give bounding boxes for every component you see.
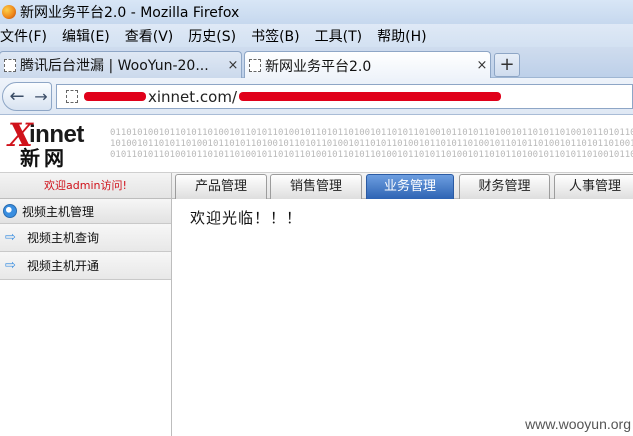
- close-tab-icon[interactable]: ×: [225, 58, 241, 73]
- browser-tab-wooyun[interactable]: 腾讯后台泄漏 | WooYun-20... ×: [0, 51, 242, 78]
- forward-arrow-icon[interactable]: →: [30, 84, 52, 110]
- main-nav: 欢迎admin访问! 产品管理 销售管理 业务管理 财务管理 人事管理: [0, 172, 633, 199]
- redaction-mark: [84, 92, 146, 101]
- firefox-logo-icon: [2, 5, 16, 19]
- menu-help[interactable]: 帮助(H): [375, 26, 428, 46]
- left-menu-header[interactable]: 视频主机管理: [0, 199, 171, 224]
- window-title: 新网业务平台2.0 - Mozilla Firefox: [20, 5, 240, 21]
- close-tab-icon[interactable]: ×: [474, 58, 490, 73]
- left-menu-item-query[interactable]: ⇨ 视频主机查询: [0, 224, 171, 252]
- arrow-right-icon: ⇨: [5, 258, 16, 273]
- window-titlebar: 新网业务平台2.0 - Mozilla Firefox: [0, 0, 633, 24]
- navigation-bar: ← → xinnet.com/: [0, 78, 633, 115]
- binary-line: 0110101001011010110100101101011010010110…: [110, 128, 633, 138]
- back-arrow-icon[interactable]: ←: [4, 84, 30, 110]
- binary-line: 1010010110101101001011010110100101101011…: [110, 139, 633, 149]
- address-bar[interactable]: xinnet.com/: [56, 84, 633, 109]
- info-circle-icon: [3, 204, 17, 218]
- welcome-text: 欢迎admin访问!: [0, 173, 172, 199]
- redaction-mark: [239, 92, 502, 101]
- watermark: www.wooyun.org: [525, 416, 631, 432]
- tab-strip: 腾讯后台泄漏 | WooYun-20... × 新网业务平台2.0 × +: [0, 47, 633, 79]
- page-favicon-icon: [4, 58, 16, 72]
- left-menu-item-open[interactable]: ⇨ 视频主机开通: [0, 252, 171, 280]
- menu-tools[interactable]: 工具(T): [313, 26, 364, 46]
- new-tab-button[interactable]: +: [494, 53, 520, 77]
- site-identity-icon[interactable]: [66, 90, 78, 103]
- welcome-message: 欢迎光临！！！: [190, 209, 303, 227]
- left-menu: 视频主机管理 ⇨ 视频主机查询 ⇨ 视频主机开通: [0, 199, 172, 436]
- binary-line: 0101101011010010110101101001011010110100…: [110, 150, 633, 160]
- nav-tab-finance[interactable]: 财务管理: [459, 174, 550, 199]
- menu-bar: 文件(F) 编辑(E) 查看(V) 历史(S) 书签(B) 工具(T) 帮助(H…: [0, 24, 633, 47]
- left-menu-item-label: 视频主机开通: [27, 259, 100, 273]
- left-menu-header-label: 视频主机管理: [22, 204, 95, 219]
- site-header: X innet 新网 01101010010110101101001011010…: [0, 116, 633, 172]
- menu-view[interactable]: 查看(V): [123, 26, 176, 46]
- nav-tab-sales[interactable]: 销售管理: [270, 174, 362, 199]
- nav-tab-business[interactable]: 业务管理: [366, 174, 454, 199]
- browser-tab-xinnet[interactable]: 新网业务平台2.0 ×: [244, 51, 491, 79]
- menu-edit[interactable]: 编辑(E): [60, 26, 112, 46]
- left-menu-item-label: 视频主机查询: [27, 231, 100, 245]
- page-favicon-icon: [249, 59, 261, 72]
- url-text: xinnet.com/: [148, 87, 238, 106]
- binary-banner: 0110101001011010110100101101011010010110…: [110, 128, 633, 162]
- menu-bookmarks[interactable]: 书签(B): [249, 26, 302, 46]
- arrow-right-icon: ⇨: [5, 230, 16, 245]
- nav-tab-products[interactable]: 产品管理: [175, 174, 267, 199]
- menu-history[interactable]: 历史(S): [186, 26, 238, 46]
- tab-label: 新网业务平台2.0: [265, 58, 372, 75]
- tab-label: 腾讯后台泄漏 | WooYun-20...: [20, 58, 209, 74]
- back-forward-group: ← →: [2, 82, 52, 111]
- logo-chinese-name: 新网: [20, 146, 68, 170]
- nav-tab-hr[interactable]: 人事管理: [554, 174, 633, 199]
- menu-file[interactable]: 文件(F): [0, 26, 49, 46]
